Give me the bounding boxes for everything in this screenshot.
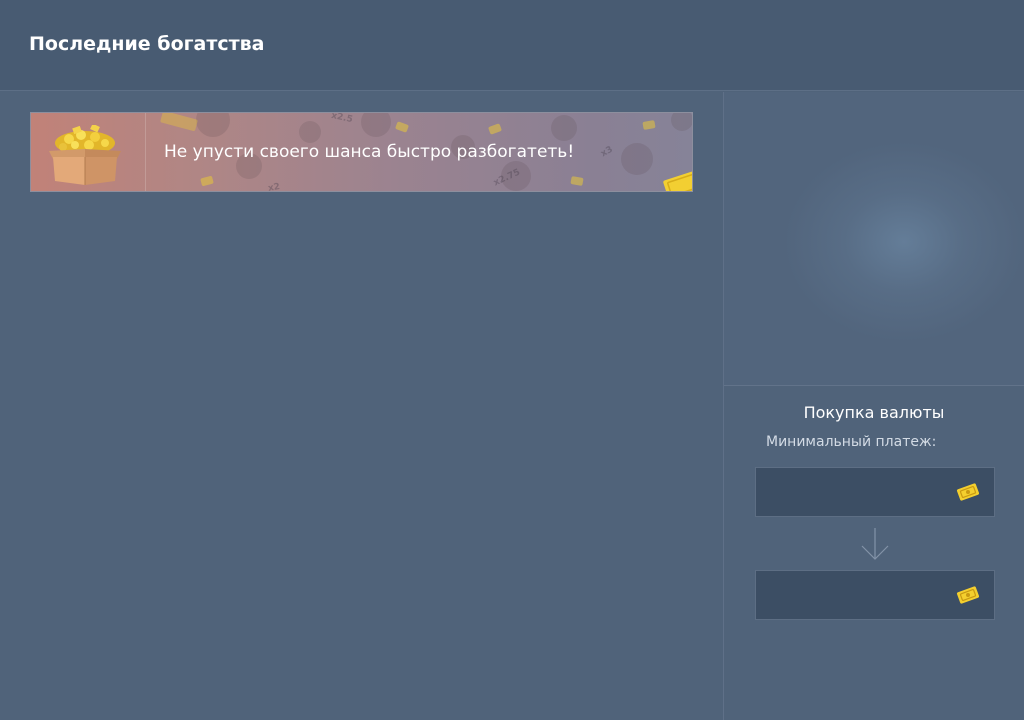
currency-from-input[interactable]	[756, 468, 956, 516]
page-title: Последние богатства	[29, 33, 265, 55]
banner-decor	[487, 123, 503, 135]
banner-multiplier: x2.5	[330, 112, 354, 126]
banner-decor	[160, 113, 198, 132]
banner-decor	[551, 115, 577, 141]
ticket-decor-icon	[663, 171, 692, 191]
currency-to-field[interactable]	[755, 570, 995, 620]
currency-sidebar: Покупка валюты Минимальный платеж:	[723, 92, 1024, 720]
currency-from-field[interactable]	[755, 467, 995, 517]
main-content: x2.5 x3 x2 x2.75 Не упусти своего шанса …	[0, 92, 723, 720]
banner-decor	[299, 121, 321, 143]
banner-multiplier: x3	[599, 144, 615, 160]
banner-decor	[570, 176, 584, 186]
banner-multiplier: x2	[267, 182, 281, 192]
banner-decor	[196, 113, 230, 137]
banner-decor	[361, 113, 391, 137]
banner-decor	[621, 143, 653, 175]
banner-text: Не упусти своего шанса быстро разбогатет…	[164, 142, 575, 162]
currency-to-input[interactable]	[756, 571, 956, 619]
banner-decor	[642, 120, 656, 130]
banner-divider	[145, 113, 146, 191]
sidebar-top-panel	[724, 92, 1024, 386]
top-header: Последние богатства	[0, 0, 1024, 91]
arrow-down-icon	[861, 528, 889, 560]
ticket-currency-icon	[956, 586, 980, 604]
treasure-chest-icon	[49, 125, 121, 185]
promo-banner[interactable]: x2.5 x3 x2 x2.75 Не упусти своего шанса …	[30, 112, 693, 192]
ticket-currency-icon	[956, 483, 980, 501]
banner-decor	[671, 113, 692, 131]
purchase-title: Покупка валюты	[803, 403, 945, 422]
banner-decor	[200, 175, 214, 187]
min-payment-label: Минимальный платеж:	[766, 434, 937, 450]
banner-decor	[394, 121, 410, 133]
